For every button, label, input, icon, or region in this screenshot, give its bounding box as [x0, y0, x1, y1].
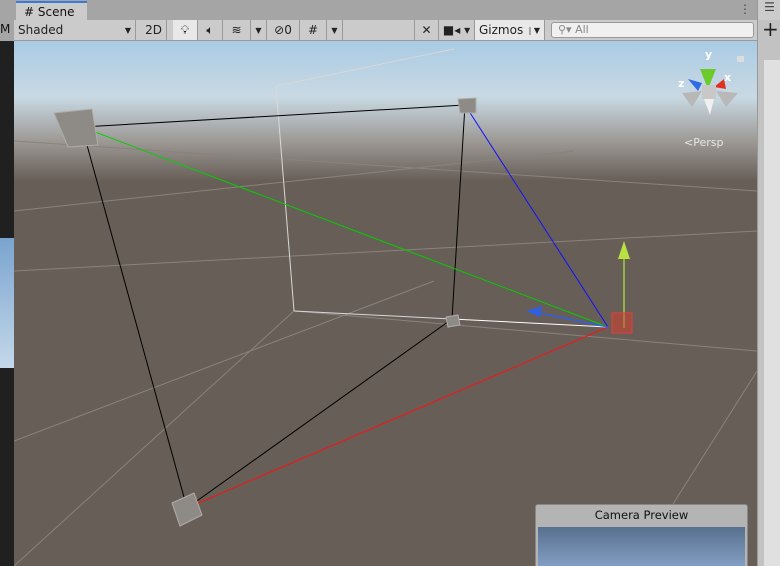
shading-mode-label: Shaded — [18, 23, 64, 37]
gizmo-x-label: x — [724, 71, 731, 84]
ray-green — [81, 126, 609, 328]
camera-preview-image — [538, 527, 745, 566]
grid-dropdown[interactable]: ▼ — [327, 20, 343, 40]
tools-icon: ✕ — [421, 23, 432, 37]
add-icon[interactable]: + — [762, 17, 779, 41]
2d-toggle[interactable]: 2D — [141, 20, 167, 40]
lightbulb-icon: 💡︎ — [180, 22, 190, 37]
lock-icon — [737, 56, 744, 62]
edge-right — [451, 104, 466, 320]
camera-icon: ■◂ ▾ — [442, 23, 471, 37]
cubes — [53, 97, 477, 527]
chevron-down-icon: ▼ — [124, 25, 131, 35]
edge-top — [81, 104, 466, 128]
scene-viewport[interactable]: y x z <Persp Camera Preview — [14, 41, 757, 566]
chevron-down-icon: | ▼ — [528, 25, 540, 35]
search-icon: ⚲▾ — [558, 23, 576, 36]
search-placeholder: All — [575, 23, 589, 36]
scene-visibility-toggle[interactable]: ⊘ 0 — [267, 20, 300, 40]
tab-label: Scene — [37, 5, 75, 19]
gizmos-label: Gizmos — [479, 23, 524, 37]
effects-toggle[interactable]: ≋ — [223, 20, 251, 40]
projection-label: Persp — [693, 136, 724, 149]
gizmo-z-label: z — [678, 77, 684, 90]
move-gizmo — [526, 241, 633, 334]
camera-preview-title: Camera Preview — [594, 508, 689, 522]
left-panel: M — [0, 0, 14, 566]
audio-toggle[interactable]: 🔈︎ — [198, 20, 223, 40]
camera-preview: Camera Preview — [535, 504, 748, 566]
edge-left — [81, 126, 188, 509]
grid-lines — [14, 140, 757, 566]
left-tab-fragment[interactable]: M — [0, 22, 10, 36]
hidden-count: 0 — [284, 23, 292, 37]
tab-bar: # Scene ⋮ — [14, 0, 757, 20]
tab-scene[interactable]: # Scene — [16, 1, 87, 20]
grid-icon: # — [307, 23, 319, 37]
gizmo-y-label: y — [705, 48, 712, 61]
chevron-down-icon: ▼ — [331, 25, 338, 35]
speaker-icon: 🔈︎ — [206, 22, 214, 37]
scene-canvas: y x z — [14, 48, 757, 566]
ray-red — [186, 326, 609, 509]
projection-toggle[interactable]: <Persp — [684, 136, 723, 149]
tools-button[interactable]: ✕ — [414, 20, 439, 40]
ray-blue — [464, 104, 609, 328]
edge-bottom — [186, 318, 453, 509]
shading-mode-dropdown[interactable]: Shaded ▼ — [14, 20, 136, 40]
right-panel: ☰ + — [757, 0, 780, 566]
hash-icon: # — [24, 5, 35, 19]
orientation-gizmo: y x z — [678, 48, 744, 115]
hidden-eye-icon: ⊘ — [274, 23, 285, 37]
more-options-icon[interactable]: ⋮ — [739, 2, 751, 16]
lighting-toggle[interactable]: 💡︎ — [173, 20, 198, 40]
search-input[interactable]: ⚲▾ All — [551, 22, 754, 38]
gizmos-dropdown[interactable]: Gizmos | ▼ — [475, 20, 545, 40]
effects-icon: ≋ — [231, 23, 242, 37]
chevron-down-icon: ▼ — [255, 25, 262, 35]
scene-toolbar: Shaded ▼ 2D 💡︎ 🔈︎ ≋ ▼ ⊘ 0 # ▼ ✕ ■◂ ▾ Gizmo… — [14, 20, 757, 41]
right-panel-content — [764, 60, 780, 566]
camera-settings-dropdown[interactable]: ■◂ ▾ — [439, 20, 475, 40]
persp-icon: < — [684, 136, 694, 149]
camera-frustum-box — [275, 48, 455, 320]
effects-dropdown[interactable]: ▼ — [251, 20, 267, 40]
grid-toggle[interactable]: # — [300, 20, 327, 40]
left-panel-sky — [0, 238, 14, 368]
